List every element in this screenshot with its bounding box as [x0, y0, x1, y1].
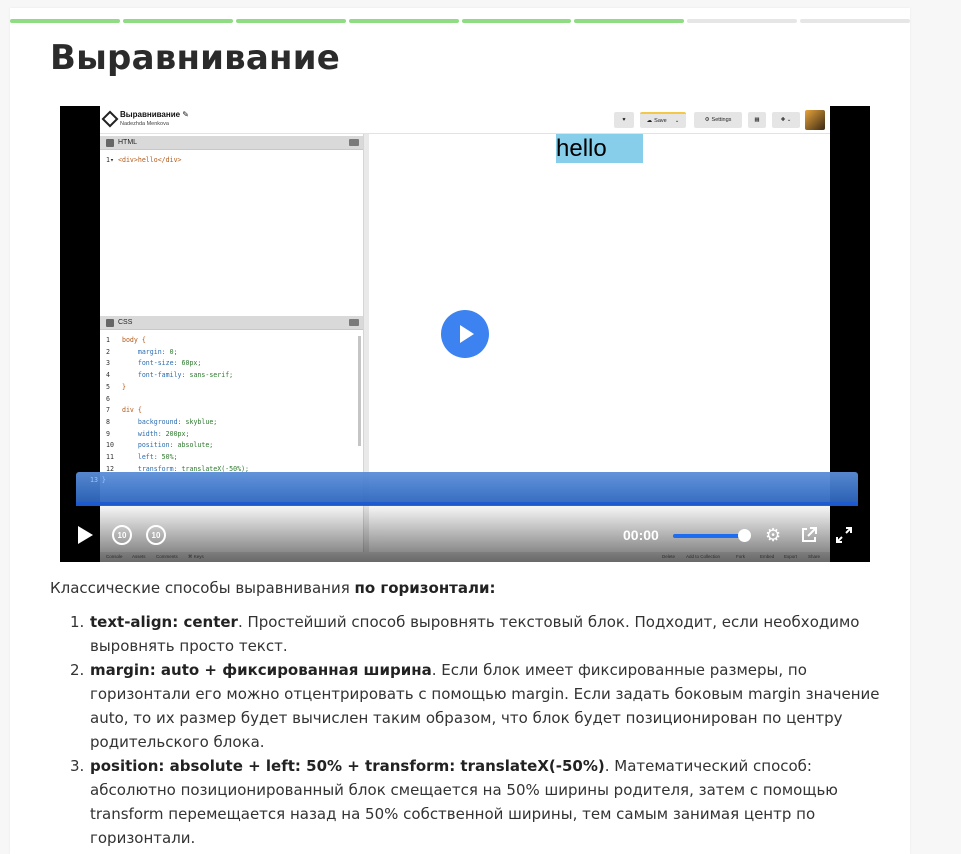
preview-hello-box: hello: [556, 134, 643, 163]
rewind-10-icon[interactable]: 10: [112, 525, 132, 545]
lesson-progress: [10, 19, 910, 23]
volume-knob[interactable]: [738, 529, 751, 542]
code-line: 9 width: 200px;: [106, 429, 190, 438]
gear-icon: [106, 138, 114, 147]
code-line: 2 margin: 0;: [106, 347, 178, 356]
layout-icon: ▦: [748, 112, 766, 128]
wave-line-number: 13 }: [90, 476, 106, 484]
loading-wave: [76, 472, 858, 506]
current-time: 00:00: [623, 527, 659, 543]
codepen-logo-icon: [101, 110, 119, 128]
css-pane-header: CSS: [100, 316, 363, 330]
progress-segment: [122, 19, 233, 23]
fullscreen-icon[interactable]: [835, 526, 853, 544]
pin-icon: ✚ ⌄: [772, 112, 800, 128]
code-line: 7 div {: [106, 406, 142, 415]
heart-icon: ♥: [614, 112, 634, 128]
chevron-down-icon: [349, 139, 359, 146]
codepen-title: Выравнивание ✎: [120, 110, 190, 119]
play-button-large[interactable]: [441, 310, 489, 358]
list-item-term: text-align: center: [90, 613, 238, 631]
code-line: 1 body {: [106, 336, 146, 344]
chevron-down-icon: [349, 319, 359, 326]
play-icon[interactable]: [78, 526, 93, 544]
progress-segment: [235, 19, 346, 23]
progress-segment: [687, 19, 798, 23]
save-button: ☁ Save ⌄: [640, 112, 686, 128]
list-item-term: position: absolute + left: 50% + transfo…: [90, 757, 605, 775]
intro-text: Классические способы выравнивания по гор…: [50, 579, 496, 597]
list-item: 1. text-align: center. Простейший способ …: [70, 610, 885, 658]
forward-10-icon[interactable]: 10: [146, 525, 166, 545]
gear-icon: [106, 318, 114, 327]
code-line: 4 font-family: sans-serif;: [106, 371, 234, 380]
list-item-number: 3.: [70, 757, 85, 775]
settings-button: ⚙ Settings: [694, 112, 742, 128]
list-item: 2. margin: auto + фиксированная ширина. Е…: [70, 658, 885, 754]
code-line: 6: [106, 394, 110, 403]
progress-segment: [461, 19, 572, 23]
html-pane-label: HTML: [118, 139, 138, 146]
codepen-header: Выравнивание ✎ Nadezhda Menkova ♥ ☁ Save…: [100, 106, 830, 134]
codepen-author: Nadezhda Menkova: [120, 121, 169, 127]
editor-scrollbar: [358, 336, 361, 446]
code-line: 3 font-size: 60px;: [106, 359, 202, 368]
gear-icon[interactable]: ⚙: [765, 526, 781, 544]
volume-track[interactable]: [673, 534, 745, 538]
progress-segment: [574, 19, 685, 23]
avatar: [805, 110, 825, 130]
code-line: 5 }: [106, 382, 126, 391]
progress-segment: [800, 19, 910, 23]
css-pane-label: CSS: [118, 319, 133, 326]
progress-segment: [348, 19, 459, 23]
progress-segment: [10, 19, 120, 23]
list-item-number: 1.: [70, 613, 85, 631]
list-item-number: 2.: [70, 661, 85, 679]
list-item: 3. position: absolute + left: 50% + trans…: [70, 754, 885, 850]
method-list: 1. text-align: center. Простейший способ …: [70, 610, 885, 850]
video-player[interactable]: Выравнивание ✎ Nadezhda Menkova ♥ ☁ Save…: [60, 106, 870, 562]
external-link-icon[interactable]: [800, 526, 818, 544]
intro-plain: Классические способы выравнивания: [50, 579, 355, 597]
html-pane-header: HTML: [100, 136, 363, 150]
list-item-term: margin: auto + фиксированная ширина: [90, 661, 432, 679]
html-editor: 1▾ <div>hello</div>: [100, 152, 363, 316]
code-line: 10 position: absolute;: [106, 441, 214, 450]
code-line: 8 background: skyblue;: [106, 417, 218, 426]
code-line: 11 left: 50%;: [106, 453, 178, 461]
intro-bold: по горизонтали:: [354, 579, 496, 597]
page-title: Выравнивание: [50, 38, 341, 78]
code-line: 1▾ <div>hello</div>: [106, 156, 182, 164]
